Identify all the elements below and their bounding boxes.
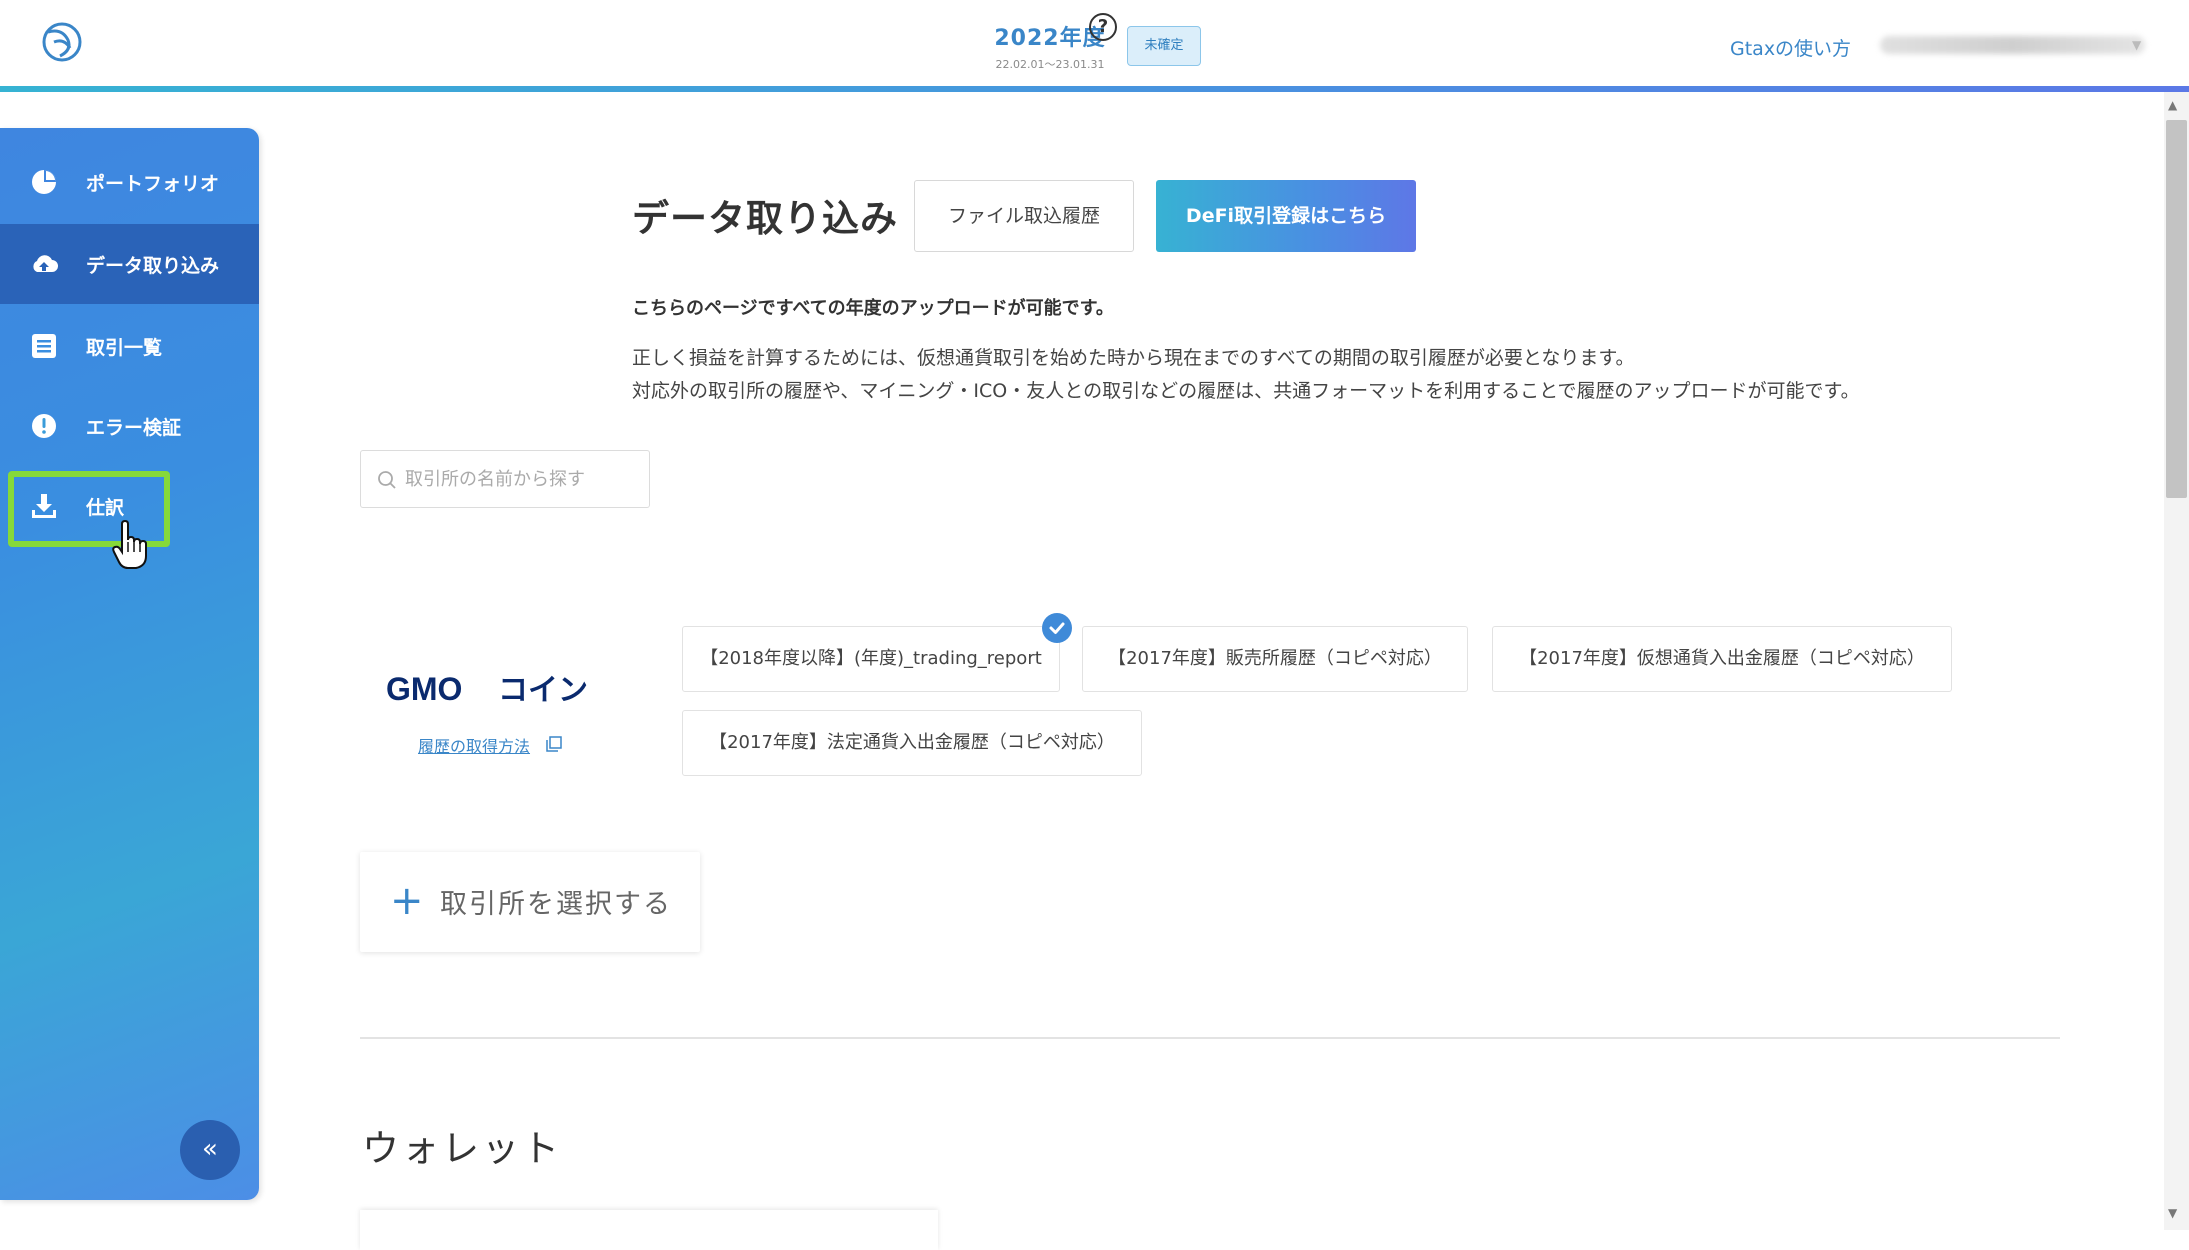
sidebar-item-label: 取引一覧 (86, 336, 163, 359)
intro-notice: こちらのページですべての年度のアップロードが可能です。 (632, 298, 1114, 319)
app-header: 2022年度 22.02.01〜23.01.31 ? 未確定 Gtaxの使い方 … (0, 0, 2189, 88)
format-chip-sales-history[interactable]: 【2017年度】販売所履歴（コピペ対応） (1082, 626, 1468, 692)
wallet-section-heading: ウォレット (362, 1127, 562, 1170)
intro-description: 正しく損益を計算するためには、仮想通貨取引を始めた時から現在までのすべての期間の… (632, 342, 2072, 408)
sidebar-item-label: データ取り込み (86, 254, 220, 277)
exchange-search-box[interactable] (360, 450, 650, 508)
scroll-up-arrow-icon[interactable]: ▲ (2168, 98, 2177, 112)
add-exchange-label: 取引所を選択する (440, 889, 672, 920)
sidebar: ポートフォリオ データ取り込み 取引一覧 エラー検証 仕訳 « (0, 128, 259, 1200)
check-icon (1042, 613, 1072, 643)
file-import-history-button[interactable]: ファイル取込履歴 (914, 180, 1134, 252)
wallet-card[interactable] (360, 1210, 938, 1250)
intro-line-2: 対応外の取引所の履歴や、マイニング・ICO・友人との取引などの履歴は、共通フォー… (632, 380, 1860, 402)
sidebar-item-label: エラー検証 (86, 416, 182, 439)
sidebar-item-label: ポートフォリオ (86, 172, 220, 195)
help-icon[interactable]: ? (1089, 13, 1117, 41)
sidebar-item-transactions[interactable]: 取引一覧 (0, 306, 259, 386)
add-exchange-button[interactable]: + 取引所を選択する (360, 852, 700, 952)
scrollbar-thumb[interactable] (2166, 120, 2187, 498)
format-chip-crypto-deposit[interactable]: 【2017年度】仮想通貨入出金履歴（コピペ対応） (1492, 626, 1952, 692)
fiscal-date-range: 22.02.01〜23.01.31 (995, 58, 1105, 71)
intro-line-1: 正しく損益を計算するためには、仮想通貨取引を始めた時から現在までのすべての期間の… (632, 347, 1635, 369)
search-icon (378, 471, 396, 489)
logo-text-left: GMO (386, 671, 462, 707)
defi-register-button[interactable]: DeFi取引登録はこちら (1156, 180, 1416, 252)
plus-icon: + (390, 878, 424, 924)
hand-cursor-icon (112, 520, 147, 569)
history-howto-link[interactable]: 履歴の取得方法 (418, 733, 530, 757)
format-chip-fiat-deposit[interactable]: 【2017年度】法定通貨入出金履歴（コピペ対応） (682, 710, 1142, 776)
page-title: データ取り込み (632, 197, 898, 240)
header-accent-line (0, 86, 2189, 92)
cloud-upload-icon (30, 250, 58, 278)
format-chip-trading-report[interactable]: 【2018年度以降】(年度)_trading_report (682, 626, 1060, 692)
pie-chart-icon (30, 168, 58, 196)
list-icon (30, 332, 58, 360)
logo-text-right: コイン (498, 673, 588, 708)
collapse-sidebar-button[interactable]: « (180, 1120, 240, 1180)
exchange-search-input[interactable] (405, 451, 641, 507)
gtax-logo-icon[interactable] (38, 18, 86, 66)
external-link-icon[interactable] (546, 736, 562, 752)
sidebar-item-data-import[interactable]: データ取り込み (0, 224, 259, 304)
account-menu[interactable] (1880, 36, 2145, 54)
scroll-down-arrow-icon[interactable]: ▼ (2168, 1206, 2177, 1220)
sidebar-item-portfolio[interactable]: ポートフォリオ (0, 142, 259, 222)
howto-link[interactable]: Gtaxの使い方 (1730, 34, 1851, 61)
status-badge: 未確定 (1127, 26, 1201, 66)
chevron-down-icon[interactable]: ▼ (2132, 38, 2141, 52)
gmo-coin-logo: GMO コイン (386, 668, 596, 708)
section-divider (360, 1037, 2060, 1039)
alert-icon (30, 412, 58, 440)
sidebar-item-error-check[interactable]: エラー検証 (0, 386, 259, 466)
